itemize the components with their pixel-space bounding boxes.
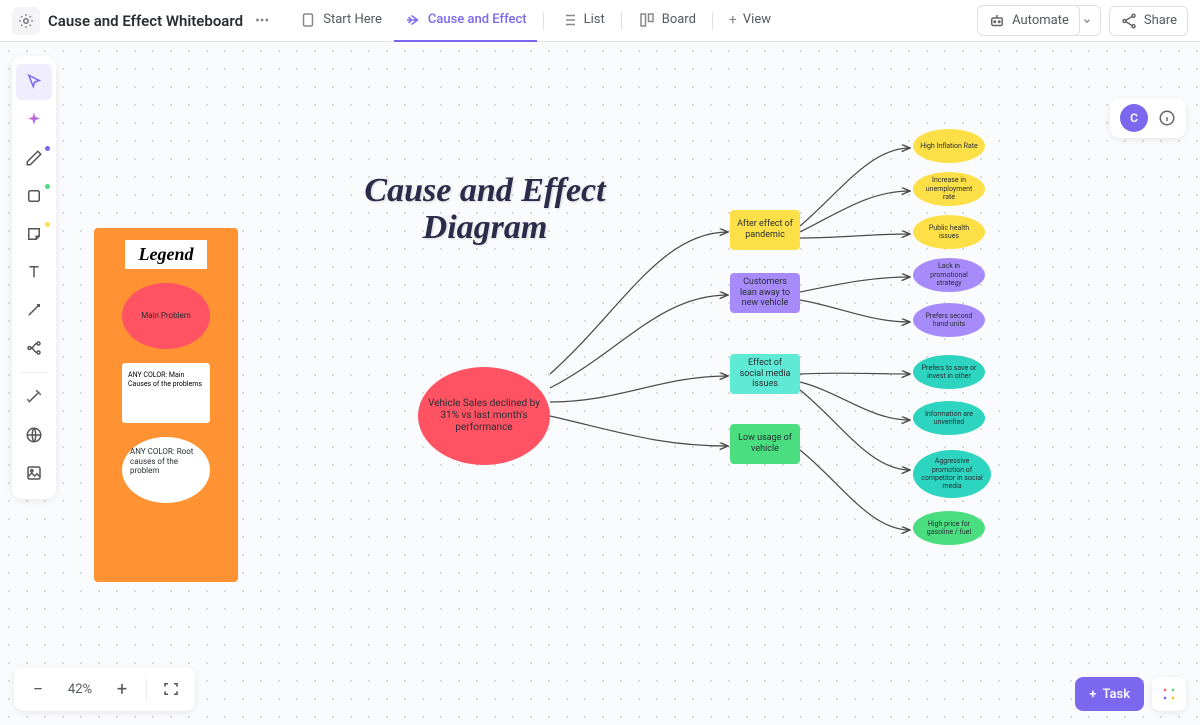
node-cause[interactable]: Customers lean away to new vehicle [730,273,800,313]
tool-magic[interactable] [16,379,52,415]
tab-board[interactable]: Board [628,0,706,42]
tab-label: Start Here [323,12,382,27]
legend-card[interactable]: Legend Main Problem ANY COLOR: Main Caus… [94,228,238,582]
plus-icon: + [1089,687,1096,702]
view-tabs: Start Here Cause and Effect List Board +… [289,0,781,42]
tab-list[interactable]: List [550,0,615,42]
node-root[interactable]: High price for gasoline / fuel [913,511,985,545]
zoom-out-button[interactable]: − [22,673,54,705]
tab-start-here[interactable]: Start Here [289,0,392,42]
automate-dropdown[interactable] [1074,5,1101,36]
node-root[interactable]: Lack in promotional strategy [913,258,985,292]
globe-icon [25,426,43,444]
fit-icon [162,680,180,698]
node-root[interactable]: Public health issues [913,215,985,249]
node-cause[interactable]: Effect of social media issues [730,354,800,394]
app-menu-button[interactable] [12,7,40,35]
zoom-value[interactable]: 42% [62,682,98,697]
sticky-icon [25,225,43,243]
image-icon [25,464,43,482]
node-root[interactable]: Prefers second hand units [913,303,985,337]
legend-root-causes: ANY COLOR: Root causes of the problem [122,437,210,503]
node-cause[interactable]: After effect of pandemic [730,210,800,250]
node-root[interactable]: High Inflation Rate [913,129,985,163]
automate-button[interactable]: Automate [977,5,1080,36]
text-icon [25,263,43,281]
separator [543,12,544,30]
board-icon [638,11,656,29]
topbar: Cause and Effect Whiteboard ••• Start He… [0,0,1200,42]
square-icon [25,187,43,205]
robot-icon [988,12,1006,30]
tool-select[interactable] [16,64,52,100]
avatar[interactable]: C [1120,104,1148,132]
tool-pen[interactable] [16,140,52,176]
node-root[interactable]: Increase in unemployment rate [913,172,985,206]
node-cause[interactable]: Low usage of vehicle [730,424,800,464]
cursor-icon [25,73,43,91]
apps-button[interactable] [1152,677,1186,711]
legend-main-problem: Main Problem [122,283,210,349]
list-icon [560,11,578,29]
legend-title: Legend [125,240,208,269]
tool-ai[interactable] [16,102,52,138]
zoom-in-button[interactable]: + [106,673,138,705]
tab-cause-effect[interactable]: Cause and Effect [394,0,537,42]
tool-connector[interactable] [16,292,52,328]
mindmap-icon [25,339,43,357]
collaborator-bar: C [1110,98,1186,138]
page-title: Cause and Effect Whiteboard [48,12,243,30]
fishbone-icon [404,11,422,29]
connector-icon [25,301,43,319]
tool-web[interactable] [16,417,52,453]
tool-sticky[interactable] [16,216,52,252]
whiteboard-canvas[interactable]: Cause and Effect Diagram Legend Main Pro… [0,42,1200,725]
tab-label: Board [662,12,696,27]
separator [712,12,713,30]
info-icon[interactable] [1158,109,1176,127]
doc-icon [299,11,317,29]
diagram: Cause and Effect Diagram Legend Main Pro… [0,42,1200,725]
node-main-problem[interactable]: Vehicle Sales declined by 31% vs last mo… [418,367,550,465]
chevron-down-icon [1082,16,1092,26]
legend-main-causes: ANY COLOR: Main Causes of the problems [122,363,210,423]
separator [621,12,622,30]
diagram-title: Cause and Effect Diagram [340,172,630,247]
tool-shape[interactable] [16,178,52,214]
ai-icon [25,111,43,129]
bottom-right-actions: + Task [1075,677,1186,711]
share-button[interactable]: Share [1109,6,1188,36]
tab-label: Cause and Effect [428,12,527,27]
tool-image[interactable] [16,455,52,491]
node-root[interactable]: Prefers to save or invest in other [913,355,985,389]
tool-text[interactable] [16,254,52,290]
node-root[interactable]: Information are unverified [913,401,985,435]
zoom-fit-button[interactable] [155,673,187,705]
separator [146,678,147,700]
grid-icon [1161,686,1177,702]
title-menu-button[interactable]: ••• [251,13,273,29]
share-icon [1120,12,1138,30]
share-label: Share [1144,13,1177,28]
tab-label: List [584,12,605,27]
add-task-button[interactable]: + Task [1075,677,1144,711]
separator [20,372,48,373]
pen-icon [25,149,43,167]
tab-add-view[interactable]: + View [719,0,781,42]
task-label: Task [1102,687,1130,702]
plus-icon: + [729,12,737,28]
side-toolbar [12,56,56,499]
wand-icon [25,388,43,406]
node-root[interactable]: Aggressive promotion of competitor in so… [913,450,991,498]
tab-label: View [743,12,771,27]
automate-label: Automate [1012,13,1069,28]
tool-mindmap[interactable] [16,330,52,366]
sparkle-icon [17,12,35,30]
zoom-bar: − 42% + [14,667,195,711]
